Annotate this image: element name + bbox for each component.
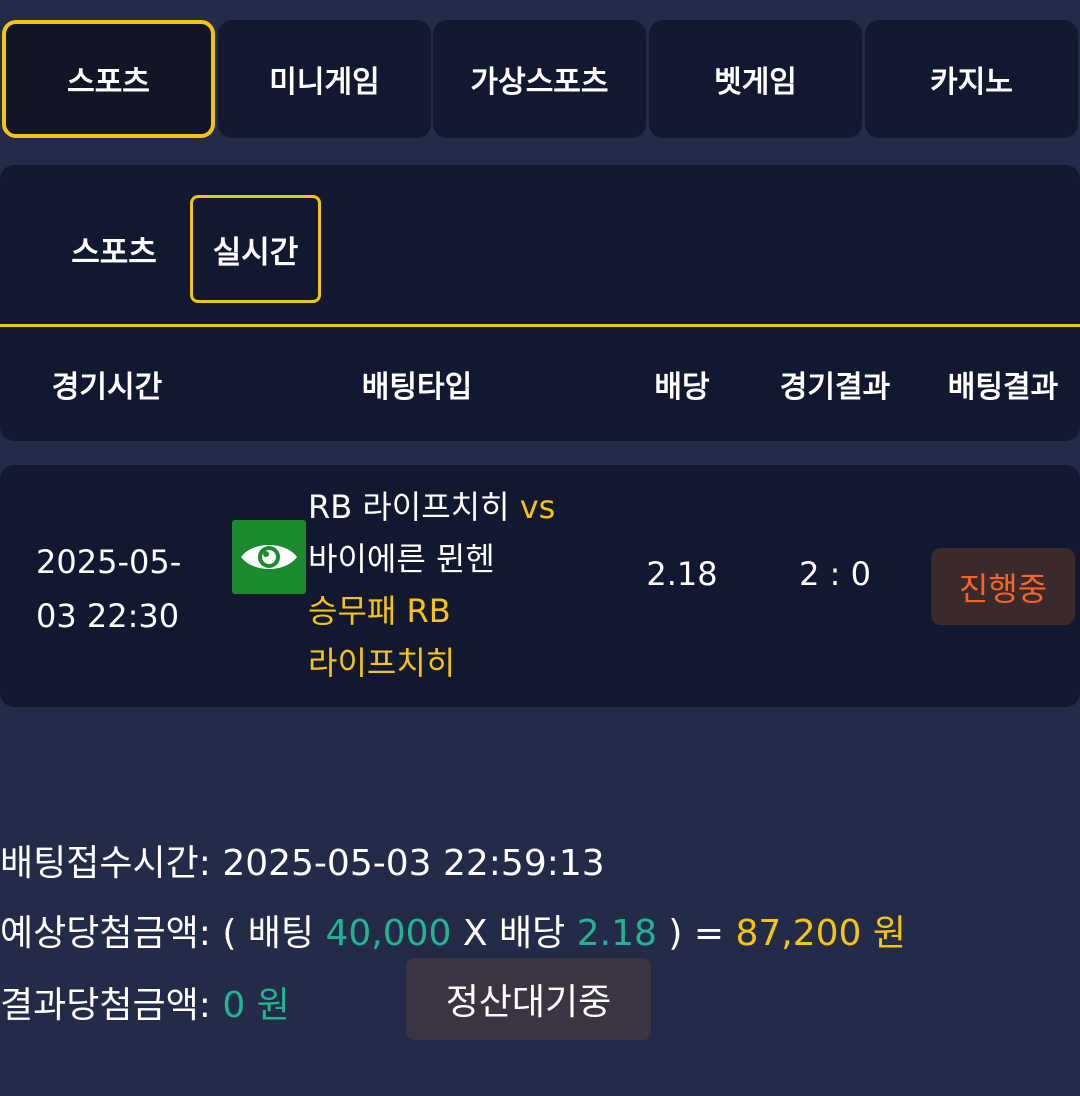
table-header: 경기시간 배팅타입 배당 경기결과 배팅결과	[0, 327, 1080, 441]
accept-time-label: 배팅접수시간:	[0, 843, 211, 884]
vs-label: vs	[519, 488, 556, 526]
match-time-date: 2025-05-	[36, 543, 182, 581]
open-paren-bet: ( 배팅	[222, 913, 315, 954]
accept-time-value: 2025-05-03 22:59:13	[222, 843, 605, 884]
expected-amount: 87,200 원	[735, 913, 906, 954]
header-odds: 배당	[654, 370, 710, 405]
table-row: 2025-05- 03 22:30 RB 라이프치히 vs 바이에른 뮌헨 승무…	[0, 465, 1080, 707]
subtab-live[interactable]: 실시간	[190, 195, 321, 303]
bet-type-cell: RB 라이프치히 vs 바이에른 뮌헨 승무패 RB 라이프치히	[308, 481, 598, 689]
category-tabs: 스포츠 미니게임 가상스포츠 벳게임 카지노	[0, 18, 1080, 142]
subtab-label: 실시간	[212, 234, 299, 271]
header-bet-type: 배팅타입	[361, 370, 473, 405]
subtab-sports[interactable]: 스포츠	[48, 195, 180, 303]
expected-win-line: 예상당첨금액: ( 배팅 40,000 X 배당 2.18 ) = 87,200…	[0, 904, 906, 956]
status-badge: 진행중	[931, 548, 1075, 625]
match-line-home: RB 라이프치히 vs	[308, 481, 598, 533]
tab-sports[interactable]: 스포츠	[2, 20, 215, 138]
result-win-label: 결과당첨금액:	[0, 985, 211, 1026]
eye-icon	[241, 545, 297, 569]
accept-time-line: 배팅접수시간: 2025-05-03 22:59:13	[0, 834, 605, 886]
result-amount: 0 원	[222, 985, 290, 1026]
sub-tab-panel: 스포츠 실시간	[0, 165, 1080, 325]
home-team: RB 라이프치히	[308, 488, 510, 526]
match-score: 2 : 0	[799, 555, 871, 593]
tab-label: 가상스포츠	[470, 65, 609, 100]
bet-history-page: 스포츠 미니게임 가상스포츠 벳게임 카지노 스포츠 실시간 경기시간 배팅타입…	[0, 0, 1080, 1096]
tab-minigame[interactable]: 미니게임	[218, 20, 431, 138]
tab-label: 카지노	[930, 65, 1013, 100]
tab-bet-game[interactable]: 벳게임	[649, 20, 862, 138]
odds-value: 2.18	[646, 555, 718, 593]
expected-win-label: 예상당첨금액:	[0, 913, 211, 954]
away-team: 바이에른 뮌헨	[308, 540, 495, 578]
tab-label: 미니게임	[269, 65, 380, 100]
close-paren: ) =	[668, 913, 724, 954]
summary-odds: 2.18	[576, 913, 657, 954]
tab-label: 벳게임	[714, 65, 797, 100]
settlement-pending-button[interactable]: 정산대기중	[406, 958, 651, 1040]
match-time-clock: 03 22:30	[36, 597, 180, 635]
tab-label: 스포츠	[67, 65, 150, 100]
tab-casino[interactable]: 카지노	[865, 20, 1078, 138]
bet-selection-line1: 승무패 RB	[308, 592, 451, 630]
match-time: 2025-05- 03 22:30	[36, 535, 196, 643]
header-match-time: 경기시간	[51, 370, 163, 405]
view-details-button[interactable]	[232, 520, 306, 594]
tab-virtual-sports[interactable]: 가상스포츠	[433, 20, 646, 138]
header-bet-result: 배팅결과	[947, 370, 1059, 405]
result-win-line: 결과당첨금액: 0 원	[0, 976, 290, 1028]
subtab-label: 스포츠	[71, 234, 157, 271]
bet-amount: 40,000	[325, 913, 452, 954]
header-match-result: 경기결과	[779, 370, 891, 405]
bet-selection-line2: 라이프치히	[308, 644, 456, 682]
times-odds-label: X 배당	[462, 913, 566, 954]
